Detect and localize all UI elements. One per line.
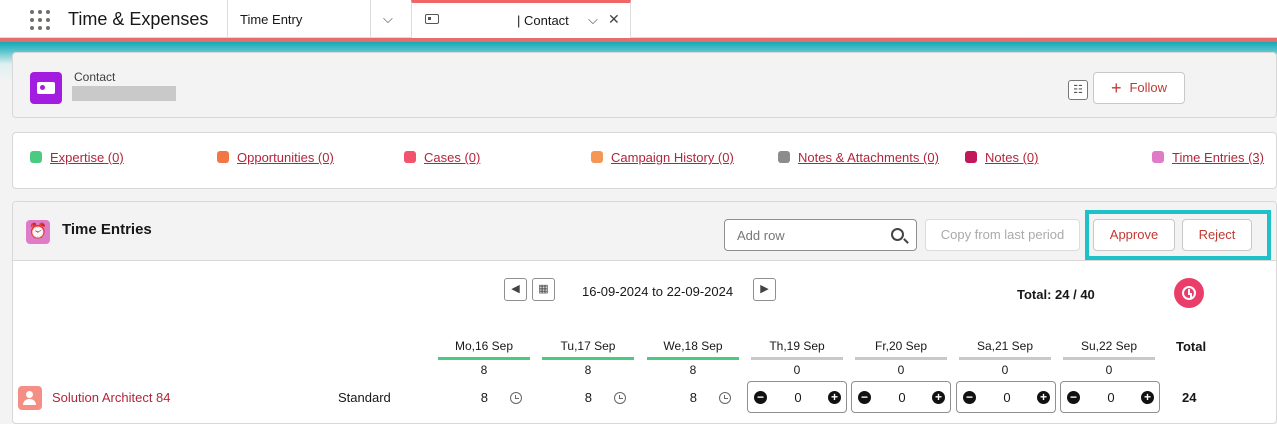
related-link-cases[interactable]: Cases (0): [404, 150, 480, 165]
approve-button[interactable]: Approve: [1093, 219, 1175, 251]
clock-icon[interactable]: [510, 392, 522, 404]
next-period-button[interactable]: ▶: [753, 278, 776, 301]
day-status-bar: [542, 357, 634, 360]
cell-hours: 8: [584, 390, 592, 405]
day-status-bar: [751, 357, 843, 360]
day-total: 0: [897, 363, 905, 377]
time-entries-card: ⏰ Time Entries Add row Copy from last pe…: [12, 201, 1277, 424]
tab-time-entry[interactable]: Time Entry: [240, 12, 302, 27]
day-header: Th,19 Sep: [769, 339, 825, 353]
related-link-time-entries[interactable]: Time Entries (3): [1152, 150, 1264, 165]
record-type-label: Contact: [74, 70, 116, 84]
day-header: Mo,16 Sep: [454, 339, 514, 353]
day-total: 0: [1001, 363, 1009, 377]
follow-button[interactable]: + Follow: [1093, 72, 1185, 104]
day-header: We,18 Sep: [663, 339, 723, 353]
crown-icon: [217, 151, 229, 163]
close-icon[interactable]: ✕: [608, 11, 620, 28]
calendar-icon[interactable]: ▦: [532, 278, 555, 301]
attachment-icon: [778, 151, 790, 163]
time-entries-title: Time Entries: [62, 221, 152, 238]
total-column-header: Total: [1176, 339, 1207, 354]
day-total: 8: [480, 363, 488, 377]
hours-stepper[interactable]: − 0 +: [1060, 381, 1160, 413]
clock-icon[interactable]: [614, 392, 626, 404]
time-entries-header: ⏰ Time Entries Add row Copy from last pe…: [13, 202, 1276, 261]
day-header: Tu,17 Sep: [560, 339, 616, 353]
resource-icon: [18, 386, 42, 410]
period-range: 16-09-2024 to 22-09-2024: [582, 284, 734, 299]
cell-hours: 8: [480, 390, 488, 405]
related-links-bar: Expertise (0) Opportunities (0) Cases (0…: [12, 132, 1277, 189]
cell-hours: 8: [689, 390, 697, 405]
tab-divider: [227, 0, 228, 38]
row-resource-link[interactable]: Solution Architect 84: [52, 390, 171, 405]
related-link-notes[interactable]: Notes (0): [965, 150, 1038, 165]
previous-period-button[interactable]: ◀: [504, 278, 527, 301]
day-status-bar: [647, 357, 739, 360]
clock-icon[interactable]: [1174, 278, 1204, 308]
reject-button[interactable]: Reject: [1182, 219, 1252, 251]
day-total: 0: [1105, 363, 1113, 377]
plus-icon: +: [1110, 78, 1122, 98]
day-total: 0: [793, 363, 801, 377]
day-status-bar: [1063, 357, 1155, 360]
day-header: Sa,21 Sep: [976, 339, 1034, 353]
add-row-input[interactable]: Add row: [724, 219, 917, 251]
total-hours: Total: 24 / 40: [1017, 287, 1095, 302]
record-name-redacted: [72, 86, 176, 101]
day-status-bar: [438, 357, 530, 360]
hierarchy-icon[interactable]: ☷: [1068, 80, 1088, 100]
day-status-bar: [855, 357, 947, 360]
day-total: 8: [689, 363, 697, 377]
record-header: Contact ☷ + Follow: [12, 52, 1277, 118]
day-status-bar: [959, 357, 1051, 360]
day-header: Su,22 Sep: [1080, 339, 1138, 353]
plus-icon[interactable]: +: [932, 391, 945, 404]
clock-icon[interactable]: [719, 392, 731, 404]
campaign-icon: [591, 151, 603, 163]
app-launcher-icon[interactable]: [30, 10, 50, 30]
related-link-notes-attachments[interactable]: Notes & Attachments (0): [778, 150, 939, 165]
hours-stepper[interactable]: − 0 +: [956, 381, 1056, 413]
copy-from-last-period-button[interactable]: Copy from last period: [925, 219, 1080, 251]
related-link-expertise[interactable]: Expertise (0): [30, 150, 124, 165]
related-link-opportunities[interactable]: Opportunities (0): [217, 150, 334, 165]
case-icon: [404, 151, 416, 163]
day-header: Fr,20 Sep: [874, 339, 928, 353]
expertise-icon: [30, 151, 42, 163]
hours-stepper[interactable]: − 0 +: [747, 381, 847, 413]
tab-contact-label: | Contact: [517, 13, 569, 28]
chevron-down-icon[interactable]: ⌵: [383, 11, 393, 27]
row-total: 24: [1182, 390, 1197, 405]
day-total: 8: [584, 363, 592, 377]
tab-divider: [370, 0, 371, 38]
plus-icon[interactable]: +: [1037, 391, 1050, 404]
follow-label: Follow: [1129, 80, 1168, 95]
note-icon: [965, 151, 977, 163]
app-name: Time & Expenses: [68, 9, 209, 29]
alarm-clock-icon: ⏰: [26, 220, 50, 244]
time-entry-icon: [1152, 151, 1164, 163]
chevron-down-icon[interactable]: ⌵: [588, 12, 598, 28]
hours-stepper[interactable]: − 0 +: [851, 381, 951, 413]
plus-icon[interactable]: +: [1141, 391, 1154, 404]
contact-icon: [30, 72, 62, 104]
contact-card-icon: [425, 14, 439, 24]
related-link-campaign-history[interactable]: Campaign History (0): [591, 150, 734, 165]
tab-contact[interactable]: | Contact ⌵ ✕: [411, 0, 631, 38]
plus-icon[interactable]: +: [828, 391, 841, 404]
top-nav: Time & Expenses Time Entry ⌵ | Contact ⌵…: [0, 0, 1277, 38]
row-type: Standard: [338, 390, 391, 405]
search-icon[interactable]: [891, 228, 904, 241]
